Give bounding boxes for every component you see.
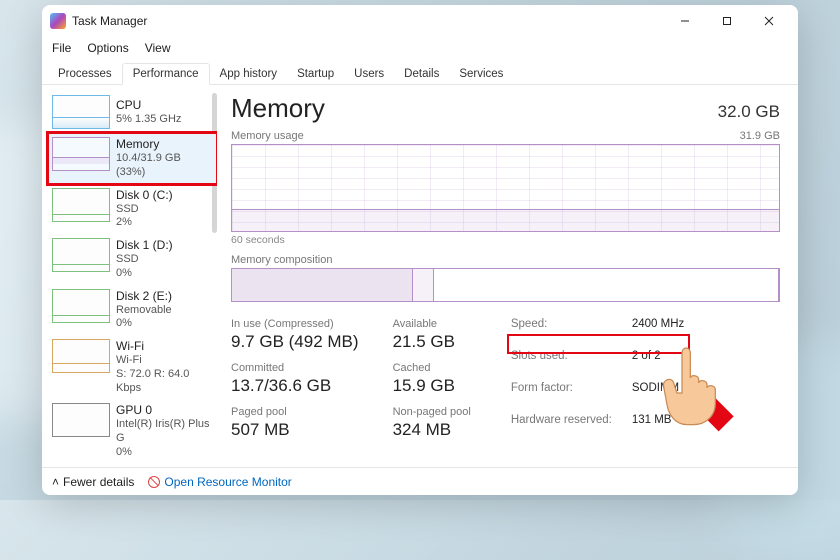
composition-label: Memory composition (231, 254, 780, 266)
disk0-sparkline (52, 188, 110, 222)
stat-speed-value: 2400 MHz (632, 318, 684, 344)
wifi-sparkline (52, 339, 110, 373)
stat-paged-value: 507 MB (231, 420, 359, 440)
stat-cached-value: 15.9 GB (393, 376, 471, 396)
tab-processes[interactable]: Processes (48, 64, 122, 84)
memory-sparkline (52, 137, 110, 171)
sidebar-item-disk0[interactable]: Disk 0 (C:)SSD2% (48, 184, 217, 235)
stat-hw-label: Hardware reserved: (511, 414, 612, 440)
app-icon (50, 13, 66, 29)
sidebar-item-disk2[interactable]: Disk 2 (E:)Removable0% (48, 285, 217, 336)
stat-available-value: 21.5 GB (393, 332, 471, 352)
disk2-sparkline (52, 289, 110, 323)
tabbar: Processes Performance App history Startu… (42, 59, 798, 85)
sidebar-wifi-title: Wi-Fi (116, 339, 213, 354)
usage-chart-max: 31.9 GB (740, 130, 780, 142)
resource-monitor-icon (148, 476, 160, 488)
memory-usage-chart[interactable] (231, 144, 780, 232)
usage-chart-label: Memory usage (231, 130, 304, 142)
window-title: Task Manager (72, 14, 147, 28)
composition-free (434, 269, 779, 301)
stat-hw-value: 131 MB (632, 414, 684, 440)
memory-capacity: 32.0 GB (718, 102, 780, 122)
stat-slots-label: Slots used: (511, 350, 612, 376)
minimize-button[interactable] (664, 7, 706, 35)
stat-inuse-value: 9.7 GB (492 MB) (231, 332, 359, 352)
stat-nonpaged-value: 324 MB (393, 420, 471, 440)
fewer-details-link[interactable]: ˄Fewer details (52, 475, 134, 489)
tab-services[interactable]: Services (449, 64, 513, 84)
usage-chart-timespan: 60 seconds (231, 234, 780, 246)
gpu-sparkline (52, 403, 110, 437)
memory-stats-left: In use (Compressed) 9.7 GB (492 MB) Avail… (231, 318, 471, 440)
stat-cached-label: Cached (393, 362, 471, 374)
tab-app-history[interactable]: App history (210, 64, 288, 84)
sidebar-disk2-title: Disk 2 (E:) (116, 289, 172, 304)
stat-committed-value: 13.7/36.6 GB (231, 376, 359, 396)
stat-paged-label: Paged pool (231, 406, 359, 418)
perf-main-panel: Memory 32.0 GB Memory usage 31.9 GB 60 s… (217, 85, 798, 467)
sidebar-cpu-sub: 5% 1.35 GHz (116, 113, 181, 127)
sidebar-disk0-title: Disk 0 (C:) (116, 188, 173, 203)
perf-sidebar[interactable]: CPU5% 1.35 GHz Memory10.4/31.9 GB (33%) … (42, 85, 217, 467)
memory-stats-right: Speed: 2400 MHz Slots used: 2 of 2 Form fa… (511, 318, 684, 440)
disk1-sparkline (52, 238, 110, 272)
stat-speed-label: Speed: (511, 318, 612, 344)
composition-modified (413, 269, 435, 301)
stat-committed-label: Committed (231, 362, 359, 374)
footer: ˄Fewer details Open Resource Monitor (42, 467, 798, 495)
menubar: File Options View (42, 37, 798, 59)
task-manager-window: Task Manager File Options View Processes… (42, 5, 798, 495)
close-button[interactable] (748, 7, 790, 35)
stat-nonpaged-label: Non-paged pool (393, 406, 471, 418)
open-resource-monitor-link[interactable]: Open Resource Monitor (148, 475, 291, 489)
stat-form-value: SODIMM (632, 382, 684, 408)
menu-options[interactable]: Options (87, 41, 128, 55)
sidebar-memory-sub: 10.4/31.9 GB (33%) (116, 152, 213, 180)
stat-available-label: Available (393, 318, 471, 330)
menu-view[interactable]: View (145, 41, 171, 55)
sidebar-item-disk1[interactable]: Disk 1 (D:)SSD0% (48, 234, 217, 285)
composition-used (232, 269, 413, 301)
tab-performance[interactable]: Performance (122, 63, 210, 85)
sidebar-item-gpu[interactable]: GPU 0Intel(R) Iris(R) Plus G0% (48, 399, 217, 463)
tab-startup[interactable]: Startup (287, 64, 344, 84)
memory-composition-chart[interactable] (231, 268, 780, 302)
usage-chart-fill (232, 209, 779, 231)
maximize-button[interactable] (706, 7, 748, 35)
tab-users[interactable]: Users (344, 64, 394, 84)
menu-file[interactable]: File (52, 41, 71, 55)
sidebar-item-memory[interactable]: Memory10.4/31.9 GB (33%) (48, 133, 217, 184)
sidebar-item-cpu[interactable]: CPU5% 1.35 GHz (48, 91, 217, 133)
sidebar-disk1-title: Disk 1 (D:) (116, 238, 173, 253)
sidebar-gpu-title: GPU 0 (116, 403, 213, 418)
stat-slots-value: 2 of 2 (632, 350, 684, 376)
stat-form-label: Form factor: (511, 382, 612, 408)
cpu-sparkline (52, 95, 110, 129)
tab-details[interactable]: Details (394, 64, 449, 84)
chevron-up-icon: ˄ (52, 475, 59, 489)
sidebar-memory-title: Memory (116, 137, 213, 152)
page-heading: Memory (231, 93, 325, 124)
stat-inuse-label: In use (Compressed) (231, 318, 359, 330)
titlebar[interactable]: Task Manager (42, 5, 798, 37)
sidebar-cpu-title: CPU (116, 98, 181, 113)
sidebar-item-wifi[interactable]: Wi-FiWi-FiS: 72.0 R: 64.0 Kbps (48, 335, 217, 399)
